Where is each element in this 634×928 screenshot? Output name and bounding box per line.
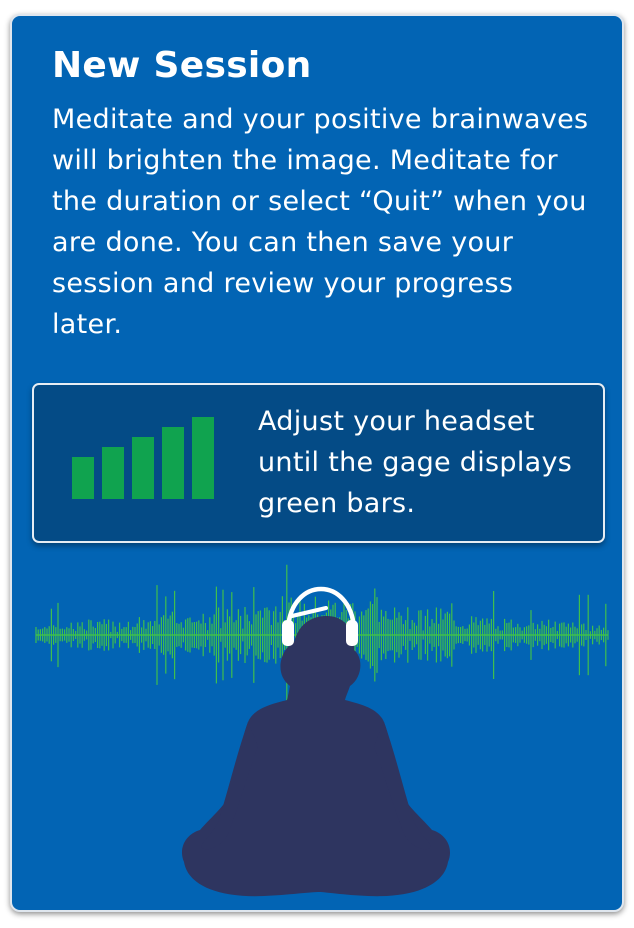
session-instructions: Meditate and your positive brainwaves wi… [52, 104, 589, 340]
signal-bar [192, 417, 214, 499]
new-session-card: New Session Meditate and your positive b… [10, 14, 624, 912]
signal-strength-icon [72, 417, 218, 499]
page-title: New Session [52, 45, 312, 86]
meditating-person-icon [181, 616, 451, 897]
headset-instruction: Adjust your headset until the gage displ… [258, 406, 573, 519]
signal-bar [162, 427, 184, 499]
signal-bar [72, 457, 94, 499]
right-earcup-icon [346, 620, 358, 646]
left-earcup-icon [282, 620, 294, 646]
signal-bar [102, 447, 124, 499]
meditation-illustration [35, 564, 609, 897]
sensor-arm-icon [290, 606, 328, 618]
signal-bar [132, 437, 154, 499]
headset-status-panel: Adjust your headset until the gage displ… [32, 383, 605, 543]
